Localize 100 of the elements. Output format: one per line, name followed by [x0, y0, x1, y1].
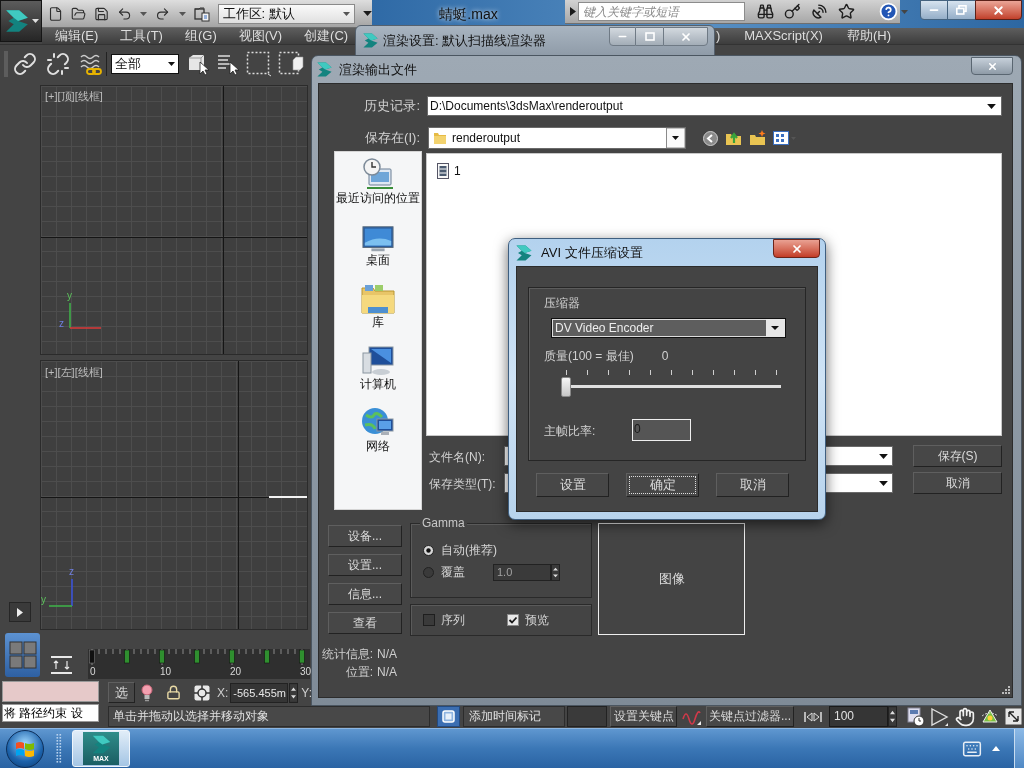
checkbox[interactable] [507, 614, 519, 626]
lock-icon[interactable] [166, 685, 181, 700]
viewport-label[interactable]: [+][顶][线框] [45, 90, 103, 103]
file-name[interactable]: 1 [454, 162, 461, 180]
dialog-button[interactable]: 信息... [328, 583, 402, 605]
listener-output-field[interactable]: 将 路径约束 设 [2, 704, 99, 722]
viewport[interactable]: [+][左][线框] z y [40, 360, 308, 630]
set-key-button[interactable]: 设置关键点 [610, 706, 677, 727]
menu-item[interactable]: 视图(V) [238, 28, 283, 44]
maximize-icon[interactable] [1005, 708, 1022, 725]
grid-view-icon[interactable] [773, 131, 797, 145]
application-button[interactable] [0, 0, 42, 42]
maximize-button[interactable] [636, 27, 663, 46]
expand-panel-button[interactable] [9, 602, 31, 622]
dashed-rectangle-icon[interactable] [246, 50, 272, 77]
history-combobox[interactable]: D:\Documents\3dsMax\renderoutput [427, 96, 1002, 116]
minimize-button[interactable] [920, 0, 948, 20]
binoculars-icon[interactable] [757, 3, 774, 20]
caret-icon[interactable] [140, 11, 148, 16]
viewport-label[interactable]: [+][左][线框] [45, 366, 103, 379]
dialog-button[interactable]: 设置... [328, 554, 402, 576]
film-file-icon[interactable] [437, 163, 449, 179]
search-field[interactable]: 键入关键字或短语 [578, 2, 745, 21]
toggle-button[interactable] [437, 706, 460, 727]
star-icon[interactable] [838, 3, 855, 20]
up-down-arrows-icon[interactable] [48, 655, 75, 675]
checkbox-label[interactable]: 序列 [441, 611, 465, 629]
start-button[interactable] [6, 729, 44, 768]
caret-icon[interactable] [178, 11, 186, 16]
radio-button[interactable] [423, 544, 434, 556]
computer-icon[interactable] [361, 345, 395, 377]
dropdown-field[interactable] [567, 706, 607, 727]
place-label[interactable]: 网络 [366, 439, 390, 453]
library-folder-icon[interactable] [361, 283, 395, 315]
caret-icon[interactable] [363, 11, 372, 16]
menu-item[interactable]: 组(G) [184, 28, 217, 44]
viewport-layout-button[interactable] [5, 633, 40, 677]
spinner-arrows-icon[interactable] [551, 563, 560, 581]
dialog-button[interactable]: 取消 [716, 473, 789, 497]
menu-item[interactable]: 编辑(E) [55, 28, 99, 44]
quality-slider[interactable] [561, 377, 783, 397]
dialog-button[interactable]: 设置 [536, 473, 609, 497]
image-button[interactable]: 图像 [598, 523, 745, 635]
place-label[interactable]: 桌面 [366, 253, 390, 267]
dialog-button[interactable]: 确定 [626, 473, 699, 497]
place-label[interactable]: 计算机 [360, 377, 396, 391]
selection-filter-dropdown[interactable]: 全部 [111, 53, 179, 74]
key-icon[interactable] [784, 3, 801, 20]
place-label[interactable]: 库 [372, 315, 384, 329]
open-folder-icon[interactable] [71, 5, 87, 22]
frame-field[interactable]: 100 [829, 706, 888, 727]
close-button[interactable] [975, 0, 1022, 20]
window-clock-icon[interactable] [907, 706, 925, 727]
save-in-combobox[interactable]: renderoutput [428, 127, 686, 149]
minimize-button[interactable] [609, 27, 636, 46]
menu-item[interactable]: 创建(C) [304, 28, 349, 44]
x-coordinate-field[interactable]: -565.455m [230, 682, 289, 703]
play-outline-icon[interactable] [930, 706, 950, 727]
selection-button[interactable]: 选 [108, 682, 135, 703]
up-arrow-icon[interactable] [992, 746, 1000, 751]
resize-grip-icon[interactable] [1001, 686, 1010, 695]
redo-icon[interactable] [155, 5, 171, 22]
new-folder-icon[interactable] [749, 130, 766, 146]
viewport[interactable]: [+][顶][线框] y z [40, 85, 308, 355]
help-icon[interactable] [879, 2, 898, 21]
unlink-icon[interactable] [46, 51, 70, 76]
new-file-icon[interactable] [48, 5, 64, 22]
menu-item[interactable]: 工具(T) [120, 28, 163, 44]
link-icon[interactable] [13, 51, 37, 76]
slider-thumb[interactable] [561, 377, 571, 397]
checkbox[interactable] [423, 614, 435, 626]
stacked-documents-icon[interactable] [193, 5, 210, 22]
dashed-rectangle-cube-icon[interactable] [278, 50, 304, 77]
menu-item[interactable]: MAXScript(X) [744, 28, 823, 44]
dialog-button[interactable]: 查看 [328, 612, 402, 634]
bracket-arrows-icon[interactable] [804, 710, 822, 723]
place-label[interactable]: 最近访问的位置 [336, 191, 420, 205]
undo-icon[interactable] [117, 5, 133, 22]
save-icon[interactable] [94, 5, 110, 22]
key-filters-button[interactable]: 关键点过滤器... [706, 706, 794, 727]
clock-window-icon[interactable] [361, 157, 395, 191]
radio-label[interactable]: 自动(推荐) [441, 541, 497, 559]
compressor-dropdown[interactable]: DV Video Encoder [551, 318, 786, 338]
workspace-dropdown[interactable]: 工作区: 默认 [217, 3, 355, 24]
triangle-icon[interactable] [570, 7, 576, 16]
menu-item[interactable]: ) [715, 28, 721, 44]
dialog-button[interactable]: 设备... [328, 525, 402, 547]
save-button[interactable]: 保存(S) [913, 445, 1002, 467]
light-bulb-icon[interactable] [141, 683, 153, 702]
spinner-arrows-icon[interactable] [888, 706, 897, 727]
monitor-icon[interactable] [362, 225, 394, 253]
folder-up-icon[interactable] [725, 130, 742, 146]
satellite-dish-icon[interactable] [811, 3, 828, 20]
cancel-button[interactable]: 取消 [913, 472, 1002, 494]
checkbox-label[interactable]: 预览 [525, 611, 549, 629]
restore-button[interactable] [948, 0, 975, 20]
spinner-arrows-icon[interactable] [289, 682, 299, 703]
time-tag-field[interactable]: 添加时间标记 [463, 706, 565, 727]
close-button[interactable] [971, 57, 1013, 75]
menu-item[interactable]: 帮助(H) [846, 28, 891, 44]
